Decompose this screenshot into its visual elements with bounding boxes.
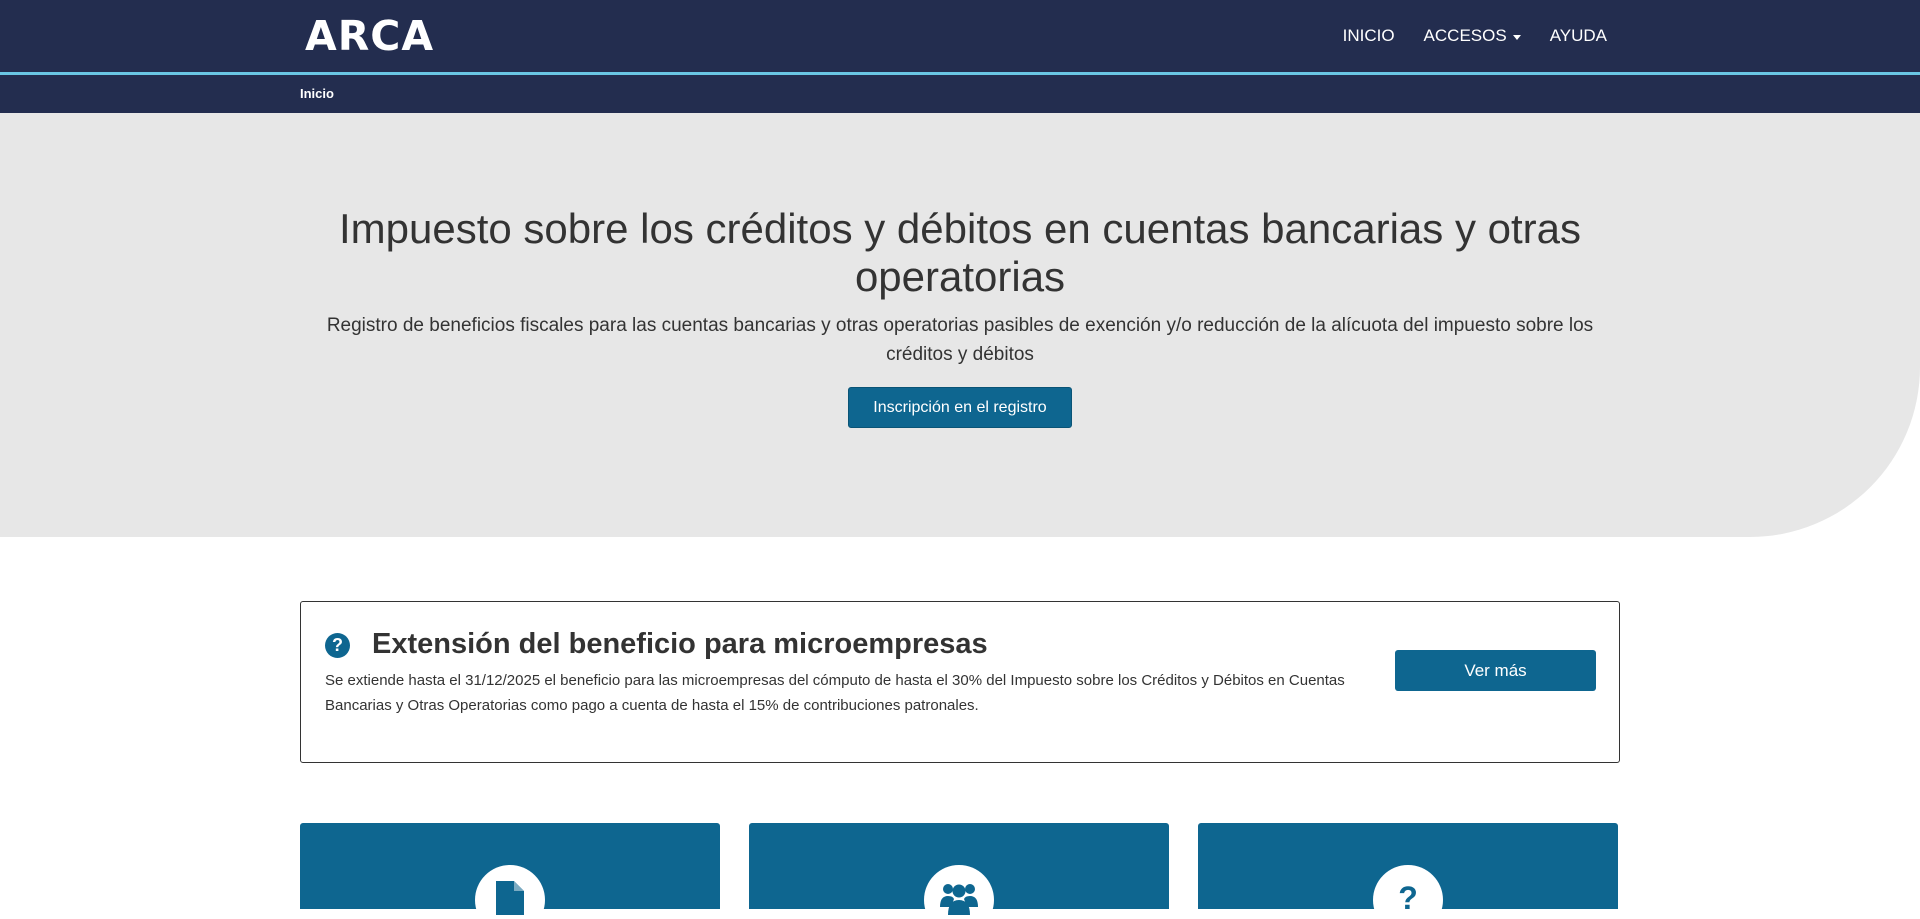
nav-accesos-dropdown[interactable]: ACCESOS — [1424, 26, 1521, 46]
question-icon: ? — [1398, 880, 1418, 916]
users-icon — [940, 884, 978, 915]
question-circle-icon: ? — [325, 633, 350, 658]
notice-card: ? Extensión del beneficio para microempr… — [300, 601, 1620, 763]
nav-accesos-label: ACCESOS — [1423, 26, 1507, 45]
card-icon-circle — [475, 865, 545, 919]
nav-inicio-label: INICIO — [1342, 26, 1395, 45]
card-icon-circle: ? — [1373, 865, 1443, 919]
caret-down-icon — [1512, 34, 1521, 40]
main-nav: INICIO ACCESOS AYUDA — [1343, 0, 1607, 72]
notice-text: Se extiende hasta el 31/12/2025 el benef… — [325, 672, 1345, 714]
nav-inicio[interactable]: INICIO — [1343, 26, 1395, 46]
feature-card-users[interactable] — [749, 823, 1169, 919]
top-header: ARCA INICIO ACCESOS AYUDA — [0, 0, 1920, 72]
card-icon-circle — [924, 865, 994, 919]
breadcrumb-inicio[interactable]: Inicio — [300, 86, 334, 101]
arca-logo[interactable]: ARCA — [305, 14, 434, 58]
nav-ayuda-label: AYUDA — [1549, 26, 1607, 45]
feature-card-help[interactable]: ? — [1198, 823, 1618, 919]
hero-section: Impuesto sobre los créditos y débitos en… — [0, 113, 1920, 537]
breadcrumb-bar: Inicio — [0, 75, 1920, 113]
nav-ayuda[interactable]: AYUDA — [1550, 26, 1607, 46]
document-icon — [496, 881, 524, 915]
feature-card-document[interactable] — [300, 823, 720, 919]
ver-mas-button[interactable]: Ver más — [1395, 650, 1596, 691]
inscripcion-registro-button[interactable]: Inscripción en el registro — [848, 387, 1072, 428]
page-subtitle: Registro de beneficios fiscales para las… — [326, 315, 1594, 365]
page-title: Impuesto sobre los créditos y débitos en… — [339, 205, 1581, 300]
notice-title: Extensión del beneficio para microempres… — [372, 628, 988, 660]
